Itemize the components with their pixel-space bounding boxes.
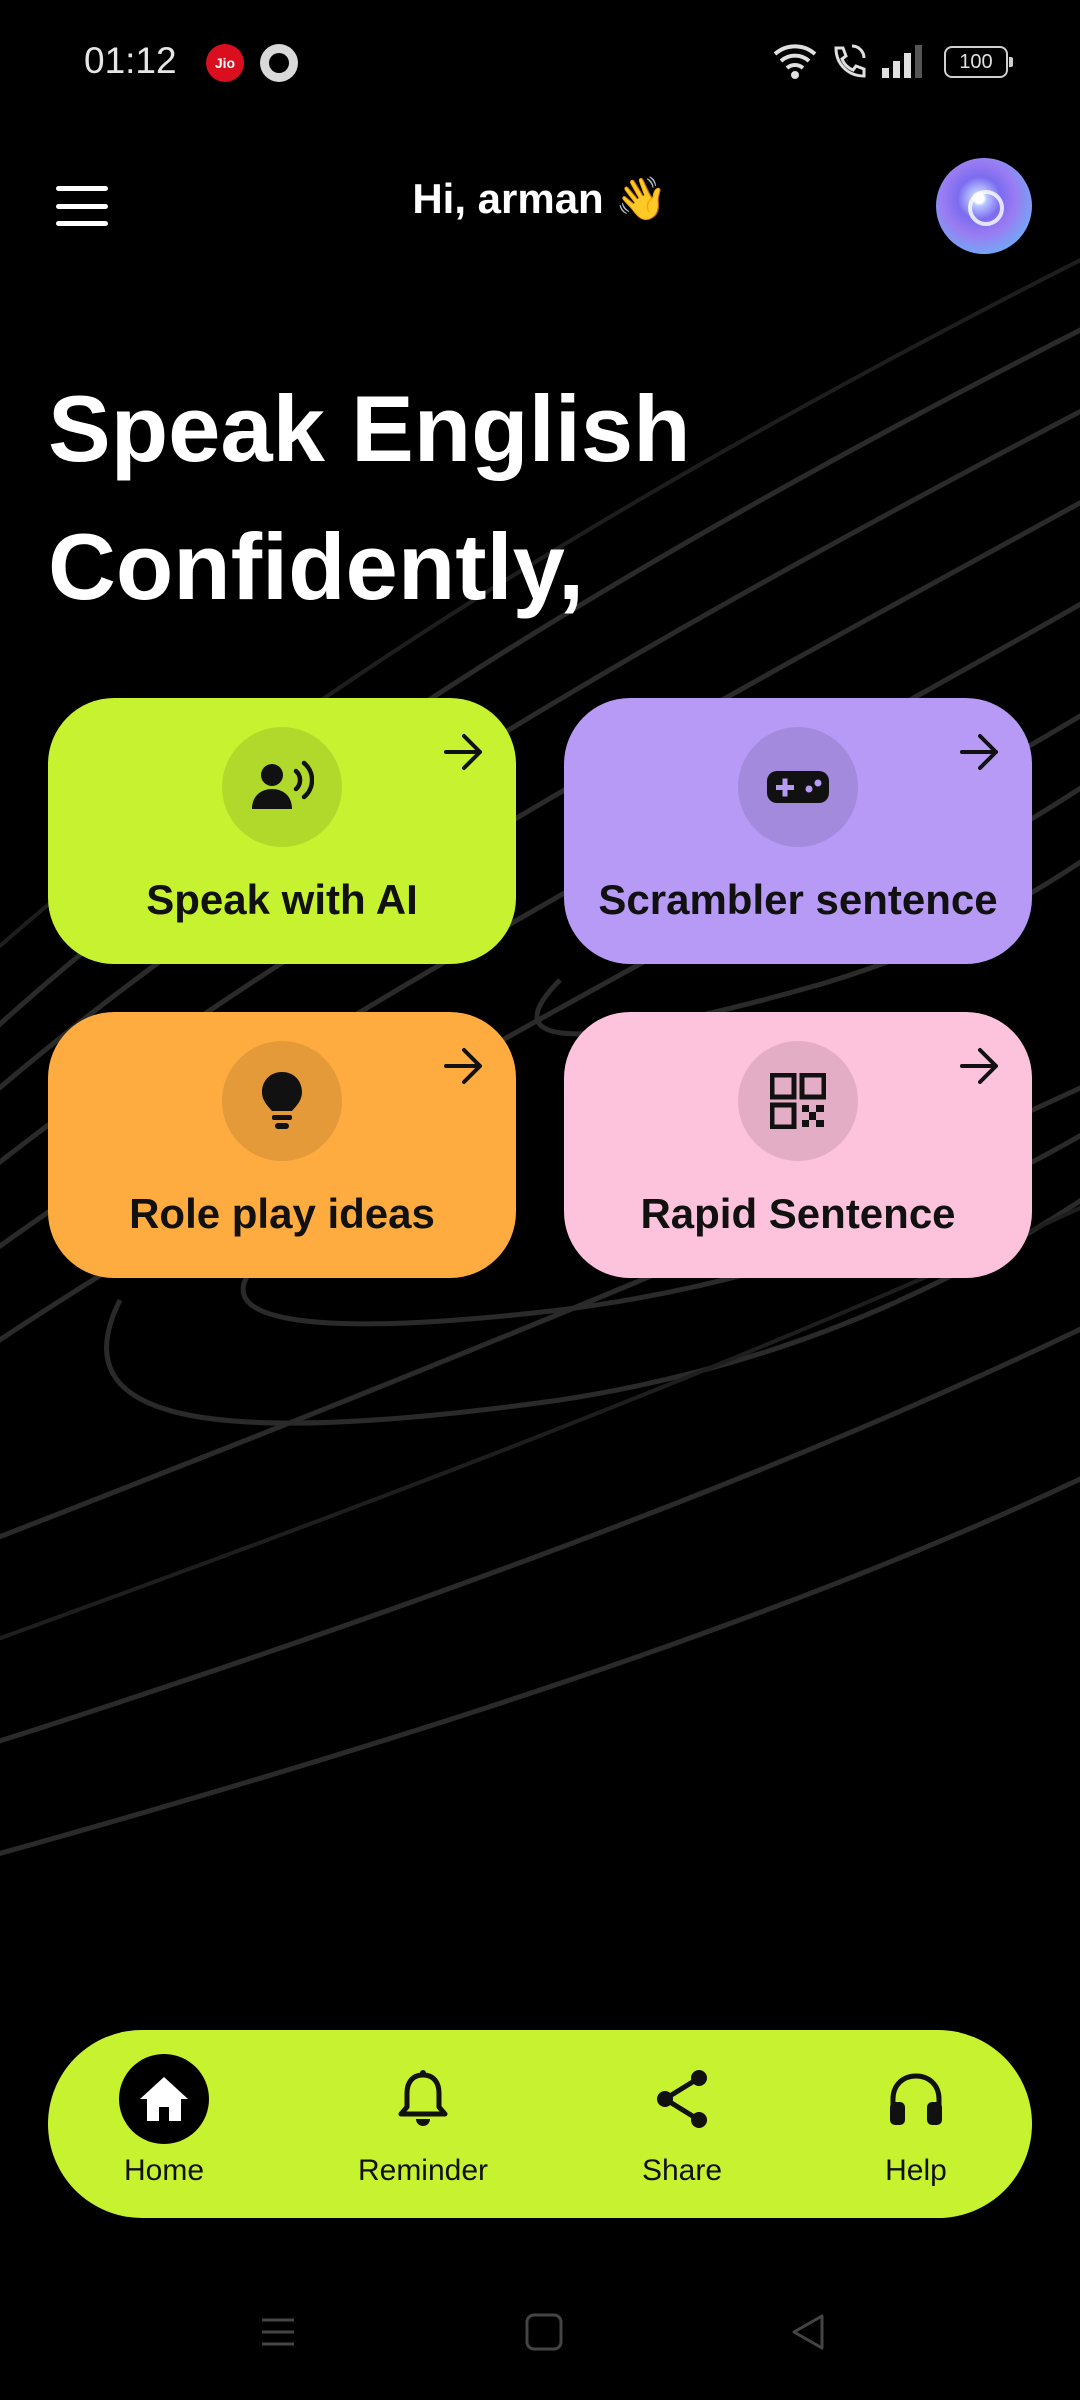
- avatar[interactable]: [936, 158, 1032, 254]
- nav-label: Help: [885, 2154, 947, 2187]
- headline-line-1: Speak English: [48, 376, 691, 481]
- wifi-call-icon: [834, 44, 866, 78]
- recents-icon[interactable]: [258, 2312, 298, 2352]
- page-headline: Speak English Confidently,: [48, 360, 1028, 636]
- home-square-icon[interactable]: [524, 2312, 564, 2352]
- bell-icon: [398, 2070, 448, 2126]
- card-icon-background: [738, 1041, 858, 1161]
- nav-label: Home: [123, 2154, 205, 2187]
- nav-item-home[interactable]: Home: [64, 2030, 264, 2218]
- arrow-right-icon: [444, 734, 482, 770]
- rapid-sentence-card[interactable]: Rapid Sentence: [564, 1012, 1032, 1278]
- wifi-icon: [773, 44, 817, 79]
- headline-line-2: Confidently,: [48, 514, 585, 619]
- status-bar: 01:12 Jio 100: [0, 0, 1080, 125]
- signal-icon: [882, 45, 922, 78]
- share-icon: [657, 2070, 707, 2128]
- scrambler-sentence-card[interactable]: Scrambler sentence: [564, 698, 1032, 964]
- speak-with-ai-card[interactable]: Speak with AI: [48, 698, 516, 964]
- card-icon-background: [222, 727, 342, 847]
- headphones-icon: [890, 2073, 942, 2125]
- nav-label: Share: [641, 2154, 723, 2187]
- back-triangle-icon[interactable]: [788, 2312, 828, 2352]
- arrow-right-icon: [444, 1048, 482, 1084]
- arrow-right-icon: [960, 734, 998, 770]
- app-notification-icon: [260, 44, 298, 82]
- home-icon: [140, 2077, 188, 2121]
- lightbulb-icon: [262, 1072, 302, 1129]
- role-play-ideas-card[interactable]: Role play ideas: [48, 1012, 516, 1278]
- card-label: Scrambler sentence: [598, 876, 998, 923]
- jio-icon: Jio: [206, 44, 244, 82]
- card-label: Speak with AI: [146, 876, 418, 923]
- system-navigation-bar: [0, 2290, 1080, 2380]
- battery-icon: 100: [944, 46, 1013, 78]
- card-label: Rapid Sentence: [640, 1190, 956, 1237]
- voice-person-icon: [252, 760, 314, 809]
- bottom-navigation: Home Reminder Share Help: [48, 2030, 1032, 2218]
- card-icon-background: [738, 727, 858, 847]
- card-icon-background: [222, 1041, 342, 1161]
- arrow-right-icon: [960, 1048, 998, 1084]
- nav-item-share[interactable]: Share: [582, 2030, 782, 2218]
- card-label: Role play ideas: [129, 1190, 435, 1237]
- nav-label: Reminder: [357, 2154, 489, 2187]
- nav-active-indicator: [119, 2054, 209, 2144]
- status-time: 01:12: [84, 40, 177, 81]
- nav-item-reminder[interactable]: Reminder: [323, 2030, 523, 2218]
- qr-code-icon: [770, 1073, 826, 1129]
- greeting-text: Hi, arman 👋: [412, 175, 668, 222]
- nav-item-help[interactable]: Help: [816, 2030, 1016, 2218]
- gamepad-icon: [767, 771, 829, 803]
